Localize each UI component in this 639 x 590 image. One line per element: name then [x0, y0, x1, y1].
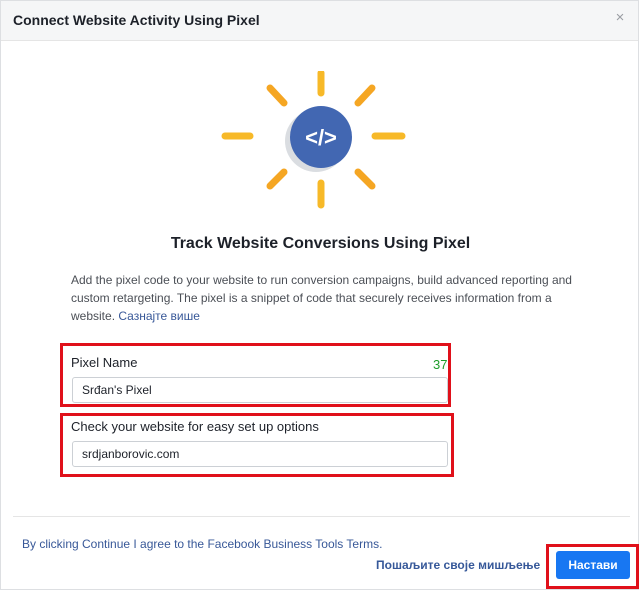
dialog-header: Connect Website Activity Using Pixel ×: [1, 1, 638, 41]
close-icon[interactable]: ×: [612, 10, 628, 26]
sun-code-illustration: </>: [221, 71, 406, 209]
description: Add the pixel code to your website to ru…: [71, 271, 579, 325]
website-label: Check your website for easy set up optio…: [71, 419, 319, 434]
dialog-title: Connect Website Activity Using Pixel: [13, 12, 260, 28]
section-heading: Track Website Conversions Using Pixel: [170, 235, 471, 252]
website-url-input[interactable]: srdjanborovic.com: [72, 441, 448, 467]
pixel-name-label: Pixel Name: [71, 355, 138, 370]
terms-text: By clicking Continue I agree to the Face…: [22, 537, 383, 551]
connect-pixel-dialog: Connect Website Activity Using Pixel × <…: [0, 0, 639, 590]
code-brackets-icon: </>: [305, 125, 337, 150]
continue-button[interactable]: Настави: [556, 551, 630, 579]
send-feedback-link[interactable]: Пошаљите своје мишљење: [376, 558, 540, 572]
pixel-name-char-counter: 37: [433, 357, 448, 372]
pixel-name-input[interactable]: Srđan's Pixel: [72, 377, 448, 403]
footer-divider: [13, 516, 630, 517]
learn-more-link[interactable]: Сазнајте више: [118, 309, 200, 323]
